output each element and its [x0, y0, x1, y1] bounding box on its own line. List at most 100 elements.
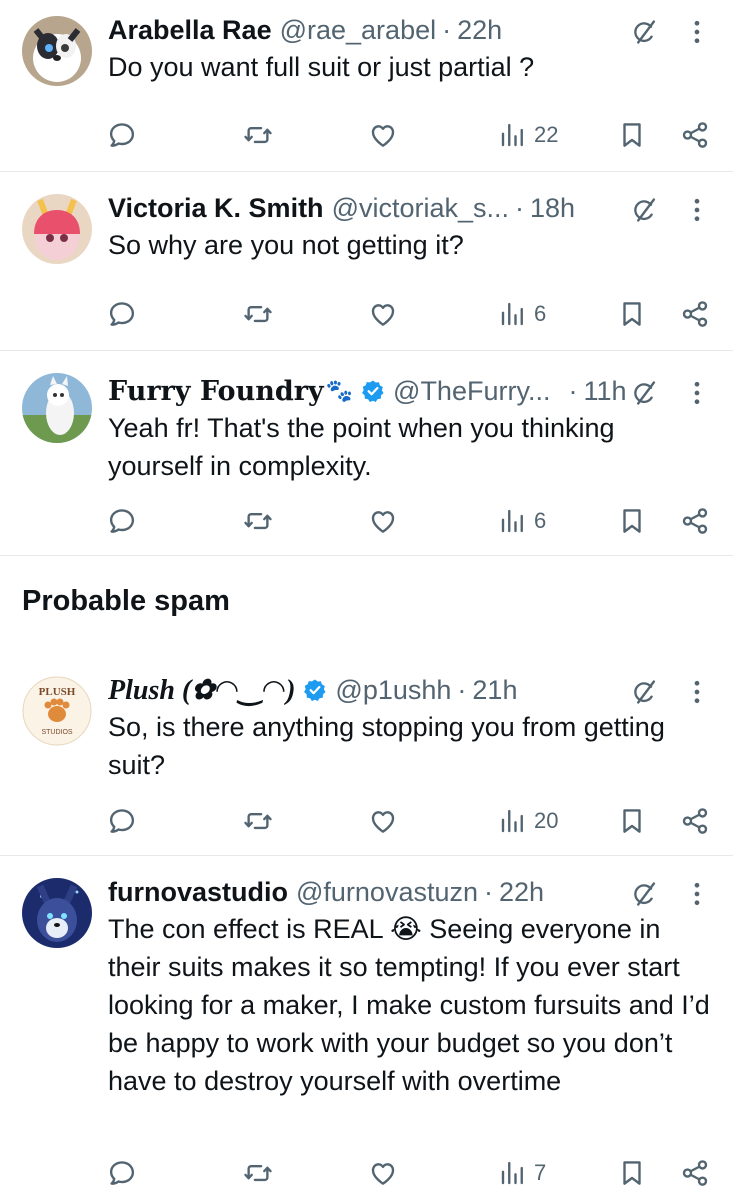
- views-button[interactable]: 6: [498, 294, 546, 334]
- repost-button[interactable]: [243, 115, 273, 155]
- like-icon: [368, 120, 398, 150]
- display-name[interactable]: Plush (✿◠‿◠): [108, 673, 295, 707]
- display-name[interactable]: Arabella Rae: [108, 15, 272, 46]
- views-icon: [498, 806, 528, 836]
- reply-icon: [107, 506, 137, 536]
- display-name[interactable]: Victoria K. Smith: [108, 193, 324, 224]
- views-count: 6: [534, 301, 547, 326]
- handle[interactable]: @furnovastuzn: [296, 877, 478, 908]
- tweet[interactable]: Furry Foundry 🐾 @TheFurry... · 11h Yeah …: [0, 373, 733, 555]
- more-icon[interactable]: [692, 879, 702, 909]
- like-button[interactable]: [368, 1153, 398, 1193]
- action-bar: 22: [0, 115, 733, 155]
- views-button[interactable]: 20: [498, 801, 558, 841]
- tweet-header: Victoria K. Smith @victoriak_s... · 18h: [108, 190, 575, 226]
- handle[interactable]: @victoriak_s...: [332, 193, 509, 224]
- tweet[interactable]: Victoria K. Smith @victoriak_s... · 18h …: [0, 190, 733, 350]
- avatar[interactable]: [22, 373, 92, 443]
- timestamp[interactable]: 22h: [457, 15, 502, 46]
- like-icon: [368, 299, 398, 329]
- repost-button[interactable]: [243, 1153, 273, 1193]
- display-name[interactable]: Furry Foundry: [108, 376, 324, 407]
- bookmark-button[interactable]: [617, 1153, 647, 1193]
- reply-button[interactable]: [107, 801, 137, 841]
- avatar[interactable]: [22, 16, 92, 86]
- divider: [0, 350, 733, 351]
- tweet[interactable]: PLUSH STUDIOS Plush (✿◠‿◠) @p1ushh · 21h …: [0, 672, 733, 854]
- tweet[interactable]: furnovastudio @furnovastuzn · 22h The co…: [0, 874, 733, 1200]
- share-icon: [680, 120, 710, 150]
- share-button[interactable]: [680, 294, 710, 334]
- reply-button[interactable]: [107, 1153, 137, 1193]
- share-button[interactable]: [680, 801, 710, 841]
- timestamp[interactable]: 22h: [499, 877, 544, 908]
- views-button[interactable]: 22: [498, 115, 558, 155]
- tweet-text: So why are you not getting it?: [108, 230, 464, 260]
- share-button[interactable]: [680, 1153, 710, 1193]
- verified-icon: [361, 379, 385, 403]
- views-button[interactable]: 6: [498, 501, 546, 541]
- like-button[interactable]: [368, 294, 398, 334]
- grok-icon[interactable]: [630, 196, 658, 224]
- timestamp[interactable]: 18h: [530, 193, 575, 224]
- share-icon: [680, 299, 710, 329]
- like-button[interactable]: [368, 115, 398, 155]
- repost-button[interactable]: [243, 294, 273, 334]
- views-count: 6: [534, 508, 547, 533]
- bookmark-button[interactable]: [617, 501, 647, 541]
- grok-icon[interactable]: [630, 379, 658, 407]
- action-bar: 6: [0, 294, 733, 334]
- avatar[interactable]: [22, 878, 92, 948]
- more-icon[interactable]: [692, 378, 702, 408]
- bookmark-icon: [617, 1158, 647, 1188]
- views-count: 20: [534, 808, 559, 833]
- separator: ·: [457, 674, 467, 705]
- grok-icon[interactable]: [630, 880, 658, 908]
- handle[interactable]: @rae_arabel: [280, 15, 437, 46]
- separator: ·: [568, 375, 578, 406]
- bookmark-button[interactable]: [617, 115, 647, 155]
- repost-button[interactable]: [243, 801, 273, 841]
- grok-icon[interactable]: [630, 18, 658, 46]
- bookmark-button[interactable]: [617, 801, 647, 841]
- repost-icon: [243, 299, 273, 329]
- tweet-text: The con effect is REAL 😭 Seeing everyone…: [108, 914, 710, 1096]
- reply-icon: [107, 120, 137, 150]
- bookmark-button[interactable]: [617, 294, 647, 334]
- views-count: 7: [534, 1160, 547, 1185]
- more-icon[interactable]: [692, 195, 702, 225]
- action-bar: 20: [0, 801, 733, 841]
- more-icon[interactable]: [692, 17, 702, 47]
- timestamp[interactable]: 11h: [583, 376, 626, 407]
- separator: ·: [515, 192, 525, 223]
- avatar[interactable]: PLUSH STUDIOS: [22, 676, 92, 746]
- reply-button[interactable]: [107, 294, 137, 334]
- handle[interactable]: @p1ushh: [335, 675, 451, 706]
- repost-button[interactable]: [243, 501, 273, 541]
- timestamp[interactable]: 21h: [472, 675, 517, 706]
- views-count: 22: [534, 122, 559, 147]
- plush-logo-top: PLUSH: [39, 686, 76, 698]
- views-icon: [498, 1158, 528, 1188]
- reply-button[interactable]: [107, 115, 137, 155]
- divider: [0, 855, 733, 856]
- like-button[interactable]: [368, 501, 398, 541]
- more-icon[interactable]: [692, 677, 702, 707]
- views-button[interactable]: 7: [498, 1153, 546, 1193]
- tweet[interactable]: Arabella Rae @rae_arabel · 22h Do you wa…: [0, 12, 733, 172]
- avatar[interactable]: [22, 194, 92, 264]
- repost-icon: [243, 1158, 273, 1188]
- section-heading-probable-spam: Probable spam: [22, 585, 230, 617]
- share-button[interactable]: [680, 115, 710, 155]
- share-button[interactable]: [680, 501, 710, 541]
- display-name[interactable]: furnovastudio: [108, 877, 288, 908]
- bookmark-icon: [617, 120, 647, 150]
- reply-button[interactable]: [107, 501, 137, 541]
- tweet-header: Furry Foundry 🐾 @TheFurry... · 11h: [108, 373, 627, 409]
- grok-icon[interactable]: [630, 678, 658, 706]
- like-button[interactable]: [368, 801, 398, 841]
- verified-icon: [303, 678, 327, 702]
- handle[interactable]: @TheFurry...: [393, 376, 550, 407]
- tweet-header: Plush (✿◠‿◠) @p1ushh · 21h: [108, 672, 517, 708]
- separator: ·: [484, 876, 493, 907]
